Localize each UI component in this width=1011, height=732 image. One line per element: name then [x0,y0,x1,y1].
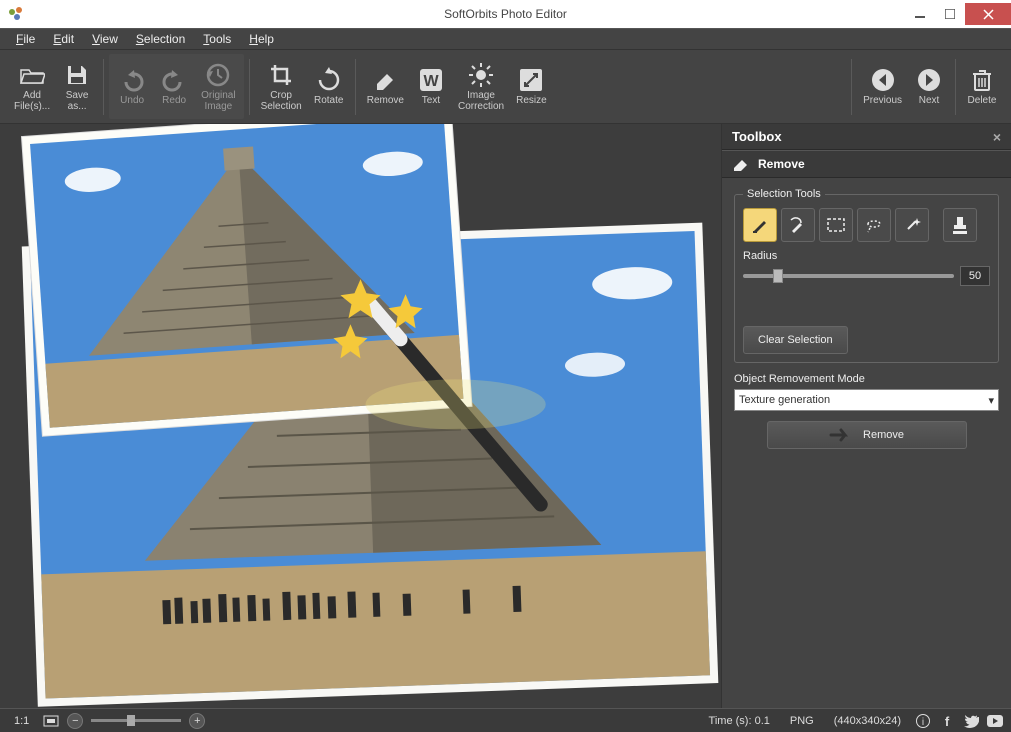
status-time: Time (s): 0.1 [703,715,776,727]
canvas[interactable] [0,124,721,708]
lasso-tool[interactable] [857,208,891,242]
eraser-icon [732,157,750,171]
menu-file[interactable]: File [8,30,43,48]
rotate-button[interactable]: Rotate [308,56,350,118]
window-title: SoftOrbits Photo Editor [444,7,567,21]
rotate-icon [316,67,342,93]
clone-stamp-tool[interactable] [943,208,977,242]
svg-text:f: f [945,714,950,728]
menu-help[interactable]: Help [241,30,282,48]
magic-wand-tool[interactable] [895,208,929,242]
previous-button[interactable]: Previous [857,56,908,118]
menu-selection[interactable]: Selection [128,30,193,48]
crop-button[interactable]: Crop Selection [255,56,308,118]
folder-open-icon [19,62,45,88]
svg-text:i: i [922,717,924,728]
history-icon [205,62,231,88]
trash-icon [969,67,995,93]
remove-button[interactable]: Remove [361,56,410,118]
status-bar: 1:1 − + Time (s): 0.1 PNG (440x340x24) i… [0,708,1011,732]
zoom-slider[interactable] [91,719,181,722]
info-icon[interactable]: i [915,713,931,729]
previous-icon [870,67,896,93]
next-button[interactable]: Next [908,56,950,118]
maximize-button[interactable] [935,3,965,25]
image-correction-button[interactable]: Image Correction [452,56,510,118]
brightness-icon [468,62,494,88]
menu-edit[interactable]: Edit [45,30,82,48]
toolbar: Add File(s)... Save as... Undo Redo Orig… [0,50,1011,124]
facebook-icon[interactable]: f [939,713,955,729]
zoom-ratio[interactable]: 1:1 [8,715,35,727]
redo-icon [161,67,187,93]
menu-view[interactable]: View [84,30,126,48]
status-format: PNG [784,715,820,727]
app-icon [6,4,26,24]
undo-icon [119,67,145,93]
youtube-icon[interactable] [987,713,1003,729]
svg-text:W: W [423,73,439,90]
menu-tools[interactable]: Tools [195,30,239,48]
save-icon [64,62,90,88]
text-button[interactable]: W Text [410,56,452,118]
hand-icon [829,427,851,443]
undo-button[interactable]: Undo [111,56,153,118]
next-icon [916,67,942,93]
radius-label: Radius [743,250,990,262]
selection-tools-group: Selection Tools Radius 50 Clear Selectio… [734,188,999,363]
title-bar: SoftOrbits Photo Editor [0,0,1011,28]
toolbox-panel: Toolbox × Remove Selection Tools Radius [721,124,1011,708]
resize-button[interactable]: Resize [510,56,553,118]
close-button[interactable] [965,3,1011,25]
twitter-icon[interactable] [963,713,979,729]
rect-select-tool[interactable] [819,208,853,242]
free-select-tool[interactable] [781,208,815,242]
toolbox-close-icon[interactable]: × [993,129,1001,145]
status-dimensions: (440x340x24) [828,715,907,727]
zoom-out-button[interactable]: − [67,713,83,729]
eraser-icon [372,67,398,93]
redo-button[interactable]: Redo [153,56,195,118]
save-as-button[interactable]: Save as... [56,56,98,118]
removement-mode-select[interactable]: Texture generation ▾ [734,389,999,411]
toolbox-header: Toolbox × [722,124,1011,150]
delete-button[interactable]: Delete [961,56,1003,118]
resize-icon [518,67,544,93]
removement-mode-label: Object Removement Mode [734,373,999,385]
original-image-button[interactable]: Original Image [195,56,241,118]
chevron-down-icon: ▾ [988,394,994,407]
minimize-button[interactable] [905,3,935,25]
toolbox-section-remove: Remove [722,150,1011,178]
radius-slider[interactable] [743,274,954,278]
fit-screen-icon[interactable] [43,715,59,727]
clear-selection-button[interactable]: Clear Selection [743,326,848,354]
zoom-in-button[interactable]: + [189,713,205,729]
text-icon: W [418,67,444,93]
add-files-button[interactable]: Add File(s)... [8,56,56,118]
radius-value[interactable]: 50 [960,266,990,286]
marker-tool[interactable] [743,208,777,242]
remove-action-button[interactable]: Remove [767,421,967,449]
window-controls [905,3,1011,25]
crop-icon [268,62,294,88]
menu-bar: File Edit View Selection Tools Help [0,28,1011,50]
